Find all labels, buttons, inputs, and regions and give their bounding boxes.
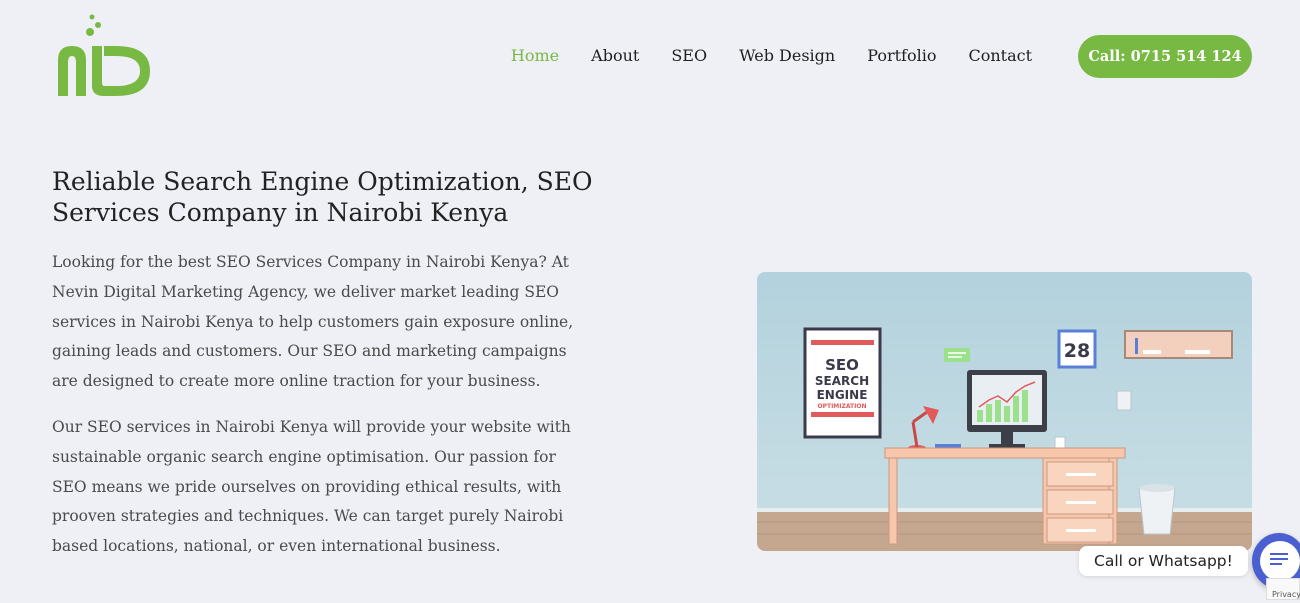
poster-line-3: ENGINE (817, 388, 868, 402)
recaptcha-badge[interactable]: Privacy (1266, 578, 1300, 600)
trash-bin (1138, 484, 1176, 535)
intro-paragraph: Looking for the best SEO Services Compan… (52, 253, 574, 391)
calendar: 28 (1057, 329, 1097, 369)
speech-bubble-icon (944, 348, 970, 362)
chat-prompt-bubble[interactable]: Call or Whatsapp! (1079, 546, 1248, 576)
chat-icon (1260, 541, 1300, 581)
company-logo[interactable] (52, 12, 156, 100)
nav-portfolio[interactable]: Portfolio (867, 45, 936, 67)
poster-line-4: OPTIMIZATION (817, 403, 866, 410)
nav-seo[interactable]: SEO (671, 45, 707, 67)
seo-poster: SEO SEARCH ENGINE OPTIMIZATION (803, 327, 882, 439)
nav-contact[interactable]: Contact (968, 45, 1032, 67)
poster-line-2: SEARCH (815, 374, 869, 388)
poster-line-1: SEO (825, 356, 859, 374)
nav-home[interactable]: Home (511, 45, 559, 67)
seo-office-illustration: SEO SEARCH ENGINE OPTIMIZATION 28 (757, 272, 1252, 551)
nav-web-design[interactable]: Web Design (739, 45, 835, 67)
call-button[interactable]: Call: 0715 514 124 (1078, 35, 1252, 78)
nav-about[interactable]: About (591, 45, 639, 67)
calendar-day: 28 (1064, 340, 1090, 362)
site-header: Home About SEO Web Design Portfolio Cont… (0, 0, 1300, 115)
page-title: Reliable Search Engine Optimization, SEO… (52, 167, 593, 227)
wall-shelf (1124, 330, 1233, 359)
main-nav: Home About SEO Web Design Portfolio Cont… (479, 45, 1032, 67)
services-paragraph: Our SEO services in Nairobi Kenya will p… (52, 418, 571, 556)
